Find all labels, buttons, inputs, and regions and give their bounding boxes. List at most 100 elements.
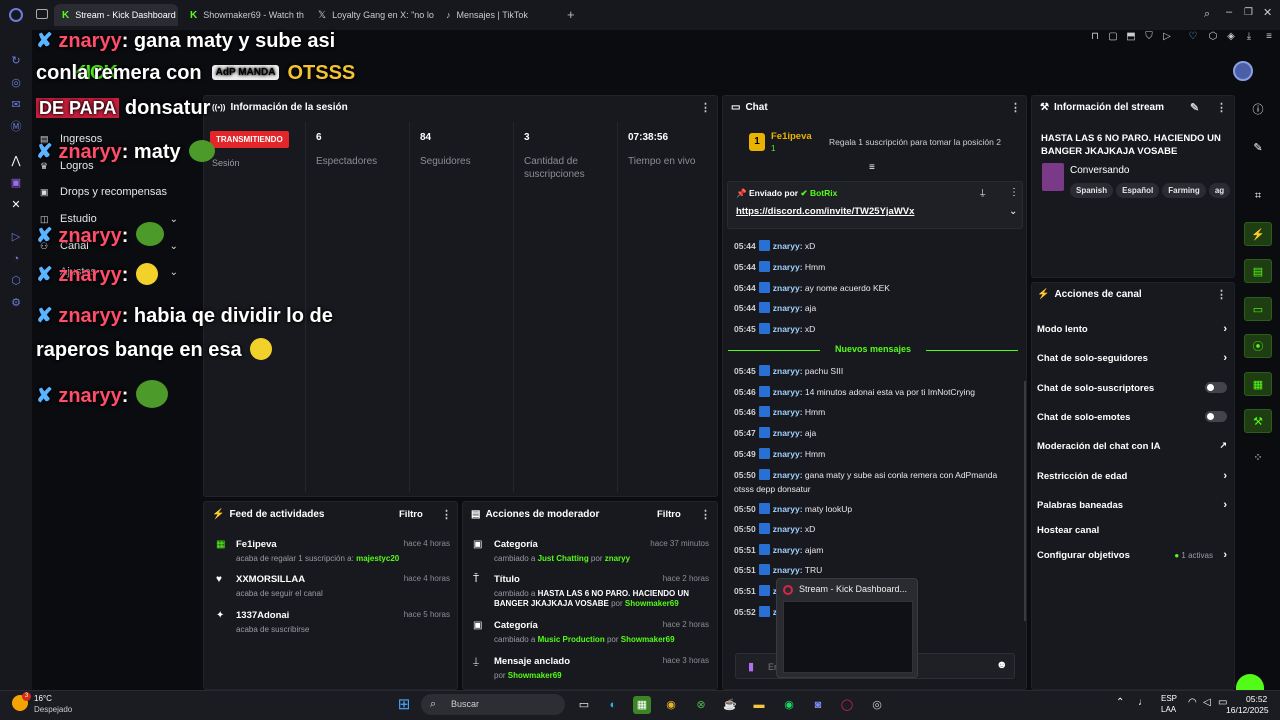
chrome-icon[interactable]: ◉ (662, 696, 680, 714)
chat-username[interactable]: znaryy (773, 324, 800, 334)
chevron-down-icon[interactable]: ⌄ (1009, 206, 1017, 217)
chat-username[interactable]: znaryy (773, 504, 800, 514)
windows-start-icon[interactable]: ⊞ (395, 696, 413, 714)
puzzle-icon[interactable]: ⬡ (1206, 31, 1220, 42)
chat-username[interactable]: znaryy (773, 449, 800, 459)
chat-username[interactable]: znaryy (773, 470, 800, 480)
top-gifter-name[interactable]: Fe1ipeva (771, 131, 812, 142)
tag[interactable]: Español (1116, 183, 1160, 198)
more-options-icon[interactable]: ⋮ (1009, 187, 1019, 198)
chat-username[interactable]: znaryy (773, 428, 800, 438)
chat-username[interactable]: znaryy (773, 241, 800, 251)
bookmark-icon[interactable]: ⊓ (1088, 31, 1102, 42)
slow-mode-row[interactable]: Modo lento › (1037, 323, 1227, 335)
pinned-author[interactable]: BotRix (810, 188, 837, 198)
avatar[interactable] (1233, 61, 1253, 81)
discord-icon[interactable]: ◙ (809, 696, 827, 714)
tab-manager-icon[interactable] (36, 9, 48, 19)
mic-icon[interactable]: ▮ (748, 660, 754, 673)
host-channel-row[interactable]: Hostear canal (1037, 525, 1227, 536)
taskbar-search[interactable]: ⌕ Buscar (421, 694, 565, 715)
chat-scrollbar[interactable] (1024, 381, 1026, 621)
notes-icon[interactable]: ▤ (1244, 259, 1272, 283)
chat-icon[interactable]: ▭ (1244, 297, 1272, 321)
cube-icon[interactable]: ◈ (1224, 31, 1238, 42)
history-icon[interactable]: ◔ (9, 252, 23, 266)
category-name[interactable]: Conversando (1070, 165, 1129, 176)
opera-logo-icon[interactable] (9, 8, 23, 22)
wrench-icon[interactable]: ⚒ (1244, 409, 1272, 433)
chat-username[interactable]: znaryy (773, 387, 800, 397)
kick-sidebar-icon[interactable]: ⋀ (9, 154, 23, 168)
menu-icon[interactable]: ≡ (1262, 31, 1276, 42)
minimize-icon[interactable]: – (1226, 6, 1232, 18)
mod-by[interactable]: Showmaker69 (508, 671, 562, 680)
extensions-icon[interactable]: ⬡ (9, 274, 23, 288)
apps-icon[interactable]: ⁘ (1244, 446, 1272, 470)
x-sidebar-icon[interactable]: ✕ (9, 198, 23, 212)
taskbar-preview[interactable]: Stream - Kick Dashboard... (776, 578, 918, 678)
mod-by[interactable]: znaryy (605, 554, 630, 563)
broadcast-icon[interactable]: ⦿ (1244, 334, 1272, 358)
more-options-icon[interactable]: ⋮ (700, 508, 711, 521)
twitch-icon[interactable]: ▣ (9, 176, 23, 190)
task-view-icon[interactable]: ▭ (575, 696, 593, 714)
java-icon[interactable]: ☕ (721, 696, 739, 714)
opera-icon[interactable]: ◯ (838, 696, 856, 714)
settings-icon[interactable]: ⚙ (9, 296, 23, 310)
chevron-up-icon[interactable]: ⌃ (1116, 697, 1124, 708)
edit-icon[interactable]: ✎ (1190, 101, 1199, 114)
subscribers-only-toggle[interactable] (1205, 382, 1227, 393)
info-icon[interactable]: ⓘ (1244, 98, 1272, 122)
clock-time[interactable]: 05:52 (1246, 694, 1267, 704)
bolt-icon[interactable]: ⚡ (1244, 222, 1272, 246)
search-tabs-icon[interactable]: ⌕ (1204, 8, 1210, 21)
aria-icon[interactable]: ◎ (9, 76, 23, 90)
messenger-icon[interactable]: ✉ (9, 98, 23, 112)
minecraft-icon[interactable]: ▦ (633, 696, 651, 714)
chat-username[interactable]: znaryy (773, 366, 800, 376)
tab-tiktok[interactable]: ♪ Mensajes | TikTok (438, 4, 562, 26)
feed-filter-button[interactable]: Filtro (399, 509, 423, 520)
emoji-icon[interactable]: ☻ (996, 659, 1008, 671)
banned-words-row[interactable]: Palabras baneadas › (1037, 499, 1227, 511)
pin-icon[interactable]: ⍊ (980, 187, 985, 198)
new-tab-button[interactable]: + (567, 7, 575, 22)
chat-username[interactable]: znaryy (773, 545, 800, 555)
goals-row[interactable]: Configurar objetivos ● 1 activas › (1037, 549, 1227, 561)
expand-icon[interactable]: ≡ (869, 162, 875, 173)
tag[interactable]: ag (1208, 183, 1230, 198)
play-icon[interactable]: ▷ (1160, 31, 1174, 42)
chat-username[interactable]: znaryy (773, 283, 800, 293)
more-options-icon[interactable]: ⋮ (1216, 288, 1227, 301)
download-icon[interactable]: ⤓ (1242, 31, 1256, 42)
clip-icon[interactable]: ⌗ (1244, 184, 1272, 208)
followers-only-row[interactable]: Chat de solo-seguidores › (1037, 352, 1227, 364)
refresh-icon[interactable]: ↻ (9, 54, 23, 68)
shield-icon[interactable]: ⛉ (1142, 31, 1156, 42)
more-options-icon[interactable]: ⋮ (441, 508, 452, 521)
more-options-icon[interactable]: ⋮ (1010, 101, 1021, 114)
volume-icon[interactable]: ◁ (1203, 697, 1211, 708)
pip-icon[interactable]: ⬒ (1124, 31, 1138, 42)
edit-icon[interactable]: ✎ (1244, 136, 1272, 160)
heart-outline-icon[interactable]: ♡ (1186, 31, 1200, 42)
layout-icon[interactable]: ▦ (1244, 372, 1272, 396)
chat-username[interactable]: znaryy (773, 262, 800, 272)
weather-temp[interactable]: 16°C (34, 694, 52, 703)
pinned-link[interactable]: https://discord.com/invite/TW25YjaWVx (736, 206, 914, 217)
wifi-icon[interactable]: ◠ (1188, 697, 1197, 708)
xbox-icon[interactable]: ⊗ (692, 696, 710, 714)
screenshot-icon[interactable]: ▢ (1106, 31, 1120, 42)
nav-item-drops[interactable]: ▣ Drops y recompensas (40, 186, 190, 198)
mic-icon[interactable]: ♩ (1138, 697, 1148, 708)
ai-moderation-row[interactable]: Moderación del chat con IA ↗ (1037, 440, 1227, 452)
mod-by[interactable]: Showmaker69 (625, 599, 679, 608)
m-app-icon[interactable]: Ⓜ (9, 120, 23, 134)
more-options-icon[interactable]: ⋮ (700, 101, 711, 114)
feed-item-target[interactable]: majestyc20 (356, 554, 399, 563)
player-icon[interactable]: ▷ (9, 230, 23, 244)
age-restriction-row[interactable]: Restricción de edad › (1037, 470, 1227, 482)
folder-icon[interactable]: ▬ (750, 696, 768, 714)
obs-icon[interactable]: ◎ (868, 696, 886, 714)
